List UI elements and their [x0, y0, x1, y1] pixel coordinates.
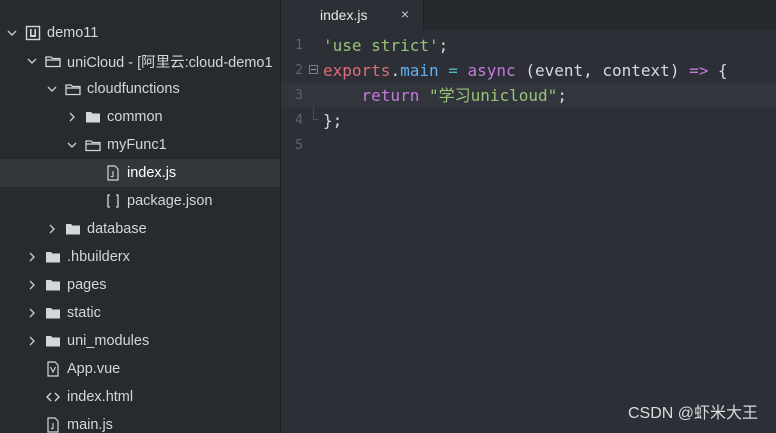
tree-item-label: App.vue: [67, 361, 121, 377]
tree-item-uni-modules[interactable]: uni_modules: [0, 327, 280, 355]
tree-item-cloudfunctions[interactable]: cloudfunctions: [0, 75, 280, 103]
code-token: async: [467, 61, 516, 80]
code-editor[interactable]: index.js × 1 'use strict'; 2 exports.main =…: [281, 0, 776, 433]
chevron-right-icon[interactable]: [25, 250, 39, 264]
code-text: exports.main = async (event, context) =>…: [323, 58, 728, 83]
line-number: 1: [295, 38, 303, 53]
chevron-down-icon[interactable]: [25, 54, 39, 68]
tree-item-label: index.js: [127, 165, 177, 181]
tree-item-label: cloudfunctions: [87, 81, 180, 97]
tree-item-demo11[interactable]: demo11: [0, 19, 280, 47]
tree-item-pages[interactable]: pages: [0, 271, 280, 299]
tree-item-label: pages: [67, 277, 107, 293]
code-text: };: [323, 108, 342, 133]
code-token: return: [323, 86, 420, 105]
folder-icon: [45, 333, 61, 349]
code-line[interactable]: 5: [281, 133, 776, 158]
tree-item-label: package.json: [127, 193, 213, 209]
folder-icon: [45, 277, 61, 293]
chevron-down-icon[interactable]: [45, 82, 59, 96]
line-number: 3: [295, 88, 303, 103]
folder-icon: [45, 249, 61, 265]
tab-index-js[interactable]: index.js ×: [281, 0, 424, 30]
js-file-icon: [45, 417, 61, 433]
tree-item-label: .hbuilderx: [67, 249, 130, 265]
tree-item-label: main.js: [67, 417, 113, 433]
code-token: =>: [689, 61, 709, 80]
code-token: =: [438, 61, 468, 80]
code-text: return "学习unicloud";: [323, 83, 567, 108]
js-file-icon: [105, 165, 121, 181]
folder-icon: [85, 109, 101, 125]
tree-item-package-json[interactable]: package.json: [0, 187, 280, 215]
tree-item-label: myFunc1: [107, 137, 167, 153]
project-explorer: demo11 uniCloud - [阿里云:cloud-demo1 cloudfu…: [0, 0, 281, 433]
tree-item-label: common: [107, 109, 163, 125]
project-icon: [25, 25, 41, 41]
chevron-right-icon[interactable]: [45, 222, 59, 236]
folder-open-icon: [65, 81, 81, 97]
chevron-right-icon[interactable]: [25, 334, 39, 348]
line-number: 5: [295, 138, 303, 153]
html-file-icon: [45, 389, 61, 405]
editor-tab-bar: index.js ×: [281, 0, 776, 30]
line-number: 4: [295, 113, 303, 128]
vue-file-icon: [45, 361, 61, 377]
code-token: main: [400, 61, 439, 80]
tree-item-label: uni_modules: [67, 333, 150, 349]
tree-item-label: index.html: [67, 389, 134, 405]
chevron-down-icon[interactable]: [5, 26, 19, 40]
code-token: exports: [323, 61, 391, 80]
code-line[interactable]: 4};: [281, 108, 776, 133]
code-text: 'use strict';: [323, 33, 448, 58]
code-token: };: [323, 111, 343, 130]
code-token: (event, context): [515, 61, 690, 80]
tree-item-main-js[interactable]: main.js: [0, 411, 280, 433]
code-token: .: [390, 61, 401, 80]
tree-item-index-html[interactable]: index.html: [0, 383, 280, 411]
code-token: ;: [438, 36, 449, 55]
watermark: CSDN @虾米大王: [627, 405, 758, 422]
tree-item-index-js[interactable]: index.js: [0, 159, 280, 187]
code-token: ;: [557, 86, 567, 105]
code-token: 'use strict': [323, 36, 439, 55]
tree-item-app-vue[interactable]: App.vue: [0, 355, 280, 383]
tree-item-common[interactable]: common: [0, 103, 280, 131]
fold-toggle-icon[interactable]: [309, 65, 318, 74]
chevron-right-icon[interactable]: [25, 306, 39, 320]
folder-open-icon: [45, 53, 61, 69]
tab-label: index.js: [320, 7, 368, 23]
chevron-right-icon[interactable]: [65, 110, 79, 124]
code-area[interactable]: 1 'use strict'; 2 exports.main = async (eve…: [281, 33, 776, 433]
folder-open-icon: [85, 137, 101, 153]
close-icon[interactable]: ×: [399, 7, 411, 21]
code-line[interactable]: 2 exports.main = async (event, context) =…: [281, 58, 776, 83]
folder-icon: [45, 305, 61, 321]
tree-item-label: static: [67, 305, 101, 321]
tree-item-static[interactable]: static: [0, 299, 280, 327]
tree-item-unicloud-cloud-demo1[interactable]: uniCloud - [阿里云:cloud-demo1: [0, 47, 280, 75]
json-file-icon: [105, 193, 121, 209]
tree-item-database[interactable]: database: [0, 215, 280, 243]
chevron-down-icon[interactable]: [65, 138, 79, 152]
tree-item-label: demo11: [47, 25, 99, 41]
tree-item-hbuilderx[interactable]: .hbuilderx: [0, 243, 280, 271]
folder-icon: [65, 221, 81, 237]
code-token: {: [708, 61, 728, 80]
tree-item-myfunc1[interactable]: myFunc1: [0, 131, 280, 159]
chevron-right-icon[interactable]: [25, 278, 39, 292]
tree-item-label: uniCloud - [阿里云:cloud-demo1: [67, 54, 273, 71]
code-line[interactable]: 3 return "学习unicloud";: [281, 83, 776, 108]
code-line[interactable]: 1 'use strict';: [281, 33, 776, 58]
line-number: 2: [295, 63, 303, 78]
code-token: "学习unicloud": [428, 86, 558, 105]
tree-item-label: database: [87, 221, 147, 237]
